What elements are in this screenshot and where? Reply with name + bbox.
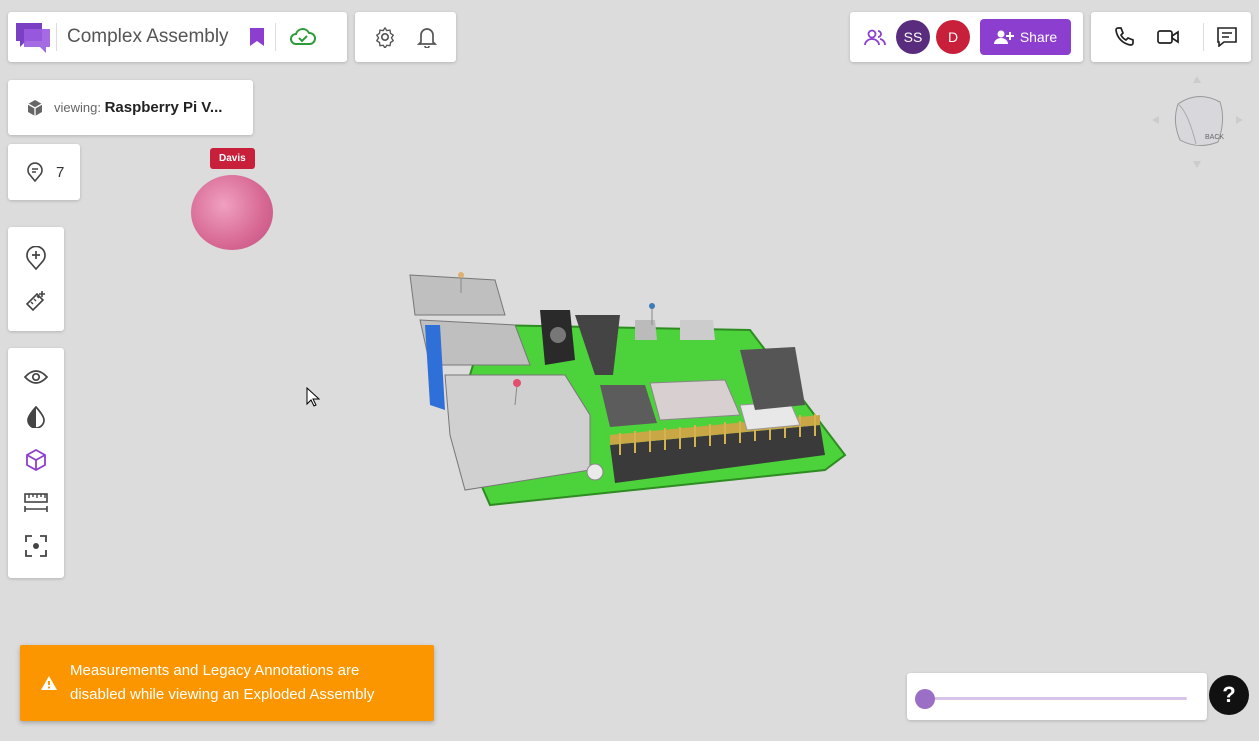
logo-icon[interactable] — [8, 12, 56, 62]
orbit-right-icon — [1236, 116, 1243, 124]
orbit-up-icon — [1193, 76, 1201, 83]
explode-slider-card — [907, 673, 1207, 720]
people-icon[interactable] — [860, 28, 890, 46]
viewing-card[interactable]: viewing: Raspberry Pi V... — [8, 80, 253, 135]
focus-icon[interactable] — [25, 535, 47, 557]
topbar-communication — [1091, 12, 1251, 62]
annotation-tools — [8, 227, 64, 331]
topbar-left: Complex Assembly — [8, 12, 347, 62]
topbar-tools — [355, 12, 456, 62]
viewing-label: viewing: — [54, 100, 101, 115]
explode-slider-thumb[interactable] — [915, 689, 935, 709]
phone-icon[interactable] — [1091, 12, 1157, 62]
mouse-cursor — [306, 387, 320, 407]
contrast-icon[interactable] — [26, 406, 46, 428]
video-icon[interactable] — [1157, 12, 1179, 62]
avatar-d[interactable]: D — [936, 20, 970, 54]
warning-message: Measurements and Legacy Annotations are … — [70, 662, 375, 703]
cube-icon[interactable] — [25, 449, 47, 471]
pin-icon — [26, 162, 44, 182]
explode-slider-track[interactable] — [915, 689, 1187, 709]
warning-toast: Measurements and Legacy Annotations are … — [20, 645, 434, 721]
gear-icon[interactable] — [374, 26, 396, 48]
measure-icon[interactable] — [23, 492, 49, 514]
topbar-collaboration: SS D Share — [850, 12, 1083, 62]
orbit-down-icon — [1193, 161, 1201, 168]
bell-icon[interactable] — [417, 26, 438, 48]
user-presence-avatar — [191, 175, 273, 250]
eye-icon[interactable] — [24, 369, 48, 385]
svg-text:BACK: BACK — [1205, 134, 1224, 141]
warning-icon — [40, 675, 58, 691]
person-add-icon — [993, 29, 1014, 45]
viewing-assembly-name: Raspberry Pi V... — [104, 99, 223, 116]
3d-model-viewport[interactable] — [395, 265, 850, 510]
bookmark-icon[interactable] — [239, 12, 275, 62]
user-presence-tag: Davis — [210, 148, 255, 169]
share-label: Share — [1019, 29, 1058, 45]
view-cube[interactable]: BACK — [1150, 72, 1245, 172]
cloud-check-icon[interactable] — [276, 12, 330, 62]
orbit-left-icon — [1152, 116, 1159, 124]
ruler-add-icon[interactable] — [25, 290, 47, 312]
annotation-count: 7 — [56, 163, 65, 181]
chat-icon[interactable] — [1204, 12, 1250, 62]
view-tools — [8, 348, 64, 578]
annotation-count-button[interactable]: 7 — [8, 144, 80, 200]
avatar-ss[interactable]: SS — [896, 20, 930, 54]
help-button[interactable]: ? — [1209, 675, 1249, 715]
share-button[interactable]: Share — [980, 19, 1071, 55]
cube-icon — [26, 99, 44, 117]
add-pin-icon[interactable] — [25, 246, 47, 271]
assembly-title: Complex Assembly — [67, 26, 229, 47]
